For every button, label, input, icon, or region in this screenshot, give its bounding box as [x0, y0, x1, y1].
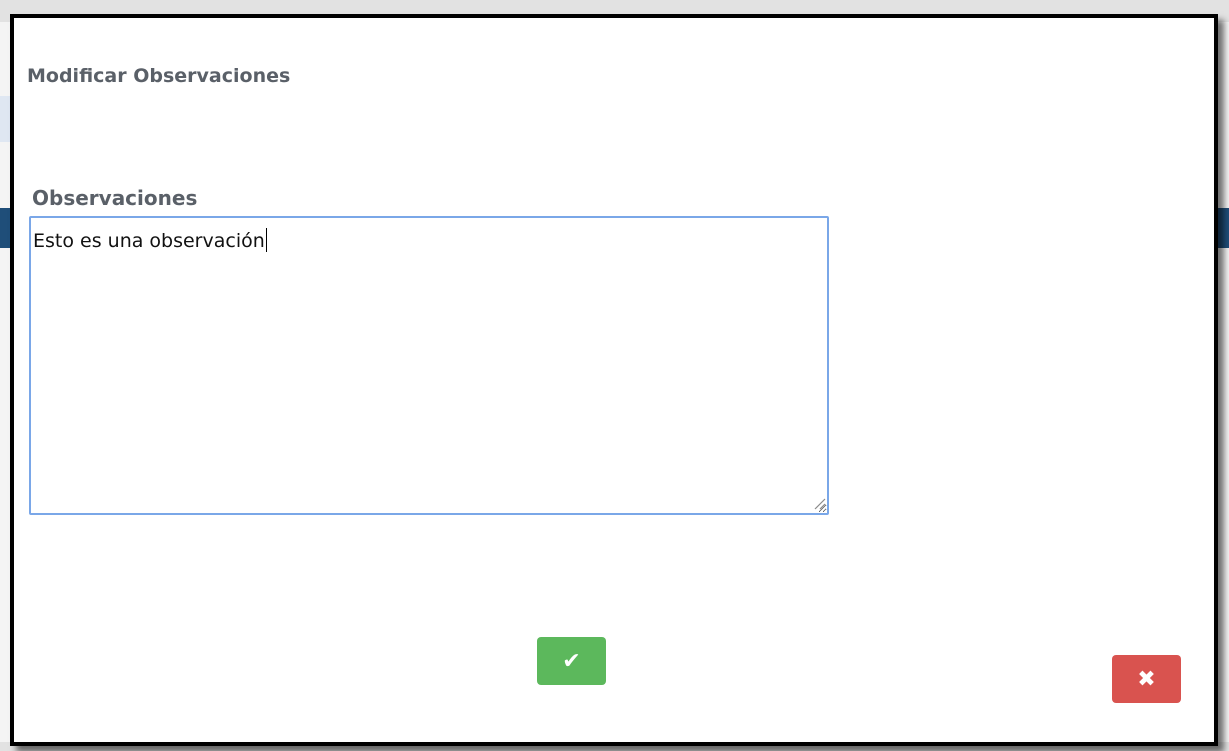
observaciones-label: Observaciones — [32, 186, 198, 210]
text-cursor — [265, 228, 267, 252]
cancel-button[interactable]: ✖ — [1112, 655, 1181, 703]
confirm-button[interactable]: ✔ — [537, 637, 606, 685]
observaciones-textarea[interactable]: Esto es una observación — [29, 216, 829, 515]
dialog-title: Modificar Observaciones — [27, 65, 291, 87]
edit-observations-dialog: Modificar Observaciones Observaciones Es… — [10, 14, 1218, 746]
check-icon: ✔ — [562, 648, 581, 674]
close-icon: ✖ — [1137, 666, 1156, 692]
resize-grip-icon[interactable] — [812, 496, 826, 510]
observaciones-text: Esto es una observación — [33, 230, 265, 252]
